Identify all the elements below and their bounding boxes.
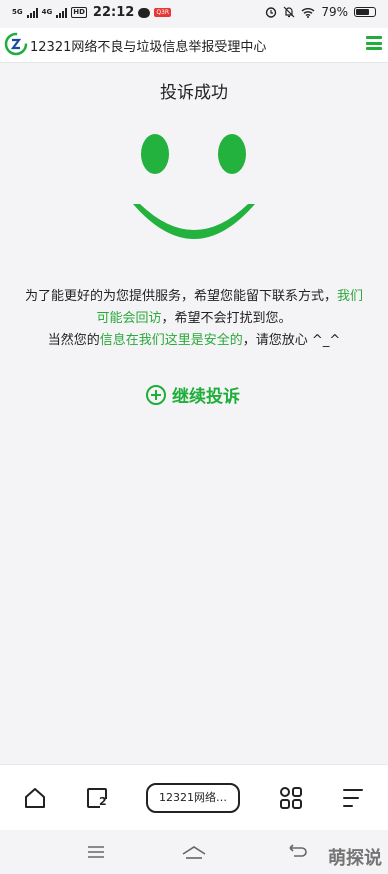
home-icon[interactable] xyxy=(22,785,48,811)
app-badge: Q3R xyxy=(154,8,172,17)
browser-menu-icon[interactable] xyxy=(340,785,366,811)
network-5g-label: 5G xyxy=(12,8,23,16)
smiley-left-eye xyxy=(141,134,169,174)
battery-percent: 79% xyxy=(321,5,348,19)
menu-icon[interactable] xyxy=(366,36,382,50)
browser-toolbar: 2 12321网络… xyxy=(0,764,388,831)
address-bar[interactable]: 12321网络… xyxy=(146,783,240,813)
plus-circle-icon xyxy=(146,384,166,405)
status-time: 22:12 xyxy=(92,5,135,20)
system-nav-bar: 萌探说 xyxy=(0,830,388,874)
tab-count: 2 xyxy=(99,795,107,808)
hd-badge: HD xyxy=(71,7,87,18)
smiley-face-icon xyxy=(133,134,255,239)
wifi-icon xyxy=(301,7,315,18)
smiley-right-eye xyxy=(218,134,246,174)
battery-icon xyxy=(354,7,376,17)
signal-icon-2 xyxy=(56,7,68,18)
message-line-3: 当然您的信息在我们这里是安全的，请您放心 ^_^ xyxy=(47,333,341,348)
continue-complaint-button[interactable]: 继续投诉 xyxy=(146,382,240,407)
site-header: 12321网络不良与垃圾信息举报受理中心 xyxy=(0,28,388,63)
mute-icon xyxy=(283,6,295,18)
back-icon[interactable] xyxy=(286,844,308,860)
watermark-text: 萌探说 xyxy=(328,848,382,869)
status-left: 5G 4G HD 22:12 Q3R xyxy=(12,5,172,20)
logo-icon[interactable] xyxy=(4,32,28,56)
tabs-button[interactable]: 2 xyxy=(84,785,110,811)
apps-grid-icon[interactable] xyxy=(278,785,304,811)
site-title: 12321网络不良与垃圾信息举报受理中心 xyxy=(30,40,267,55)
alarm-icon xyxy=(266,7,277,18)
continue-complaint-label: 继续投诉 xyxy=(172,387,240,407)
signal-icon xyxy=(26,7,38,18)
system-home-icon[interactable] xyxy=(181,844,207,860)
chat-icon xyxy=(138,7,151,18)
status-bar: 5G 4G HD 22:12 Q3R 79% xyxy=(0,0,388,26)
success-message: 为了能更好的为您提供服务，希望您能留下联系方式，我们 可能会回访，希望不会打扰到… xyxy=(0,286,388,352)
recent-apps-icon[interactable] xyxy=(86,844,106,860)
smiley-mouth xyxy=(133,204,255,239)
network-4g-label: 4G xyxy=(41,8,53,16)
page-title: 投诉成功 xyxy=(160,83,228,103)
message-line-1: 为了能更好的为您提供服务，希望您能留下联系方式，我们 xyxy=(24,289,364,304)
status-right: 79% xyxy=(265,5,376,19)
message-line-2: 可能会回访，希望不会打扰到您。 xyxy=(96,311,292,326)
